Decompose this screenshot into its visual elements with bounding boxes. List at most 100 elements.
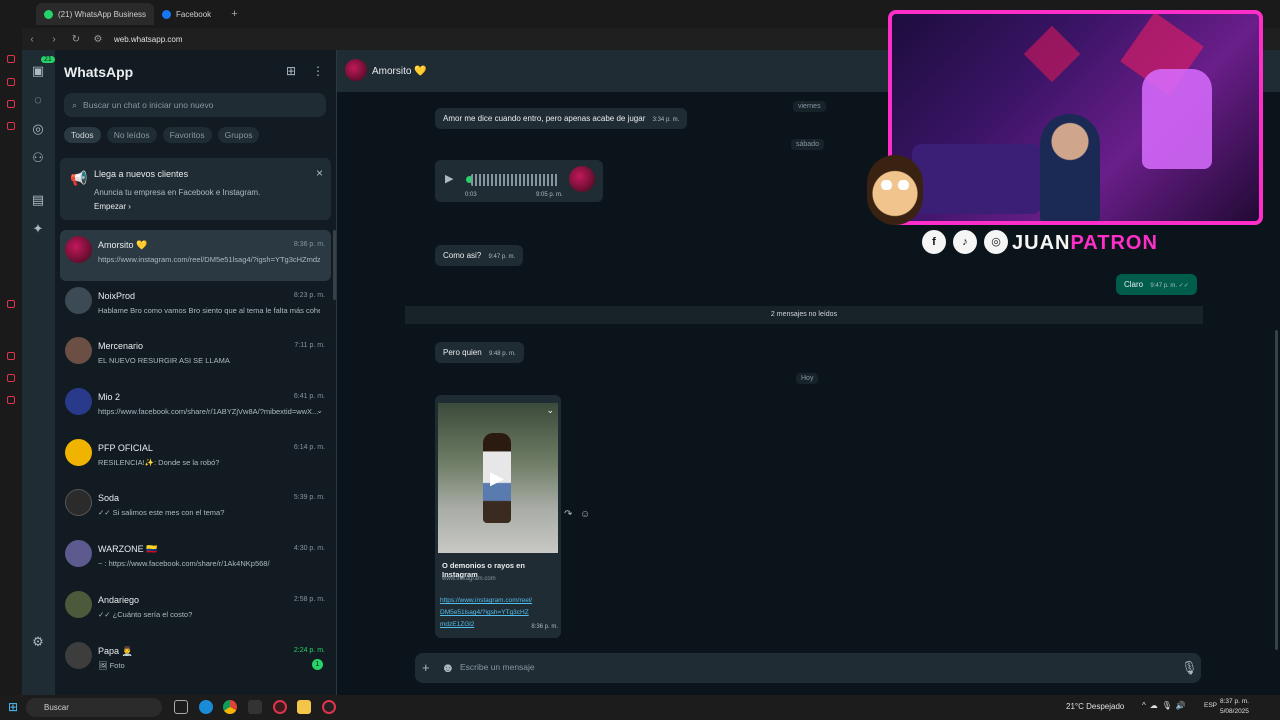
edge-icon[interactable] <box>199 700 213 714</box>
chat-row[interactable]: WARZONE 🇨🇴 4:30 p. m. ~ : https://www.fa… <box>60 534 331 585</box>
message-text: Claro <box>1124 280 1144 289</box>
microphone-icon[interactable]: 🎙 <box>1181 660 1198 676</box>
browser-tab-whatsapp[interactable]: (21) WhatsApp Business <box>36 3 155 25</box>
avatar[interactable] <box>345 59 367 81</box>
opera-icon[interactable] <box>273 700 287 714</box>
url-field[interactable]: web.whatsapp.com <box>114 35 182 44</box>
sticker-icon[interactable]: ☻ <box>441 660 455 675</box>
chat-row[interactable]: PFP OFICIAL 6:14 p. m. RESILENCIA!✨: Don… <box>60 433 331 484</box>
file-explorer-icon[interactable] <box>297 700 311 714</box>
obs-icon[interactable] <box>322 700 336 714</box>
rail-icon[interactable] <box>7 100 15 108</box>
chat-row[interactable]: Mercenario 7:11 p. m. EL NUEVO RESURGIR … <box>60 331 331 382</box>
rail-icon[interactable] <box>7 352 15 360</box>
message-bubble[interactable]: Como asi? 9:47 p. m. <box>435 245 524 266</box>
chat-name: Papa 👨‍⚕️ <box>98 645 133 656</box>
waveform[interactable] <box>471 174 559 186</box>
message-bubble[interactable]: Amor me dice cuando entro, pero apenas a… <box>435 108 688 129</box>
filter-all[interactable]: Todos <box>64 127 101 143</box>
system-tray-icons[interactable]: ^☁🎙🔊 <box>1142 701 1190 710</box>
chat-preview: ~ : https://www.facebook.com/share/r/1Ak… <box>98 559 270 569</box>
forward-icon[interactable]: › <box>48 34 60 45</box>
chat-time: 4:30 p. m. <box>293 545 325 553</box>
opera-sidebar <box>0 0 22 695</box>
facebook-icon: f <box>922 230 946 254</box>
chevron-down-icon[interactable]: ⌄ <box>546 405 554 416</box>
windows-taskbar: ⊞ Buscar 21°C Despejado ^☁🎙🔊 ESP 8:37 p.… <box>0 695 1280 720</box>
app-icon[interactable] <box>248 700 262 714</box>
chat-row[interactable]: Andariego 2:58 p. m. ✓✓ ¿Cuánto sería el… <box>60 585 331 636</box>
chat-row[interactable]: Soda 5:39 p. m. ✓✓ Si salimos este mes c… <box>60 483 331 534</box>
taskbar-search[interactable]: Buscar <box>26 698 162 717</box>
task-view-icon[interactable] <box>174 700 188 714</box>
chat-time: 8:36 p. m. <box>293 241 325 248</box>
brand-last: PATRON <box>1070 232 1158 254</box>
conversation-scrollbar[interactable] <box>1275 330 1278 650</box>
filter-groups[interactable]: Grupos <box>217 127 260 143</box>
play-icon[interactable]: ▶ <box>445 172 453 185</box>
message-bubble-outgoing[interactable]: Claro 9:47 p. m. ✓✓ <box>1116 274 1197 295</box>
play-icon[interactable]: ▶ <box>490 468 504 489</box>
link-preview-message[interactable]: ▶ ⌄ O demonios o rayos en Instagram www.… <box>435 395 561 638</box>
rail-icon[interactable] <box>7 78 15 86</box>
rail-icon[interactable] <box>7 55 15 63</box>
promo-start-link[interactable]: Empezar › <box>94 202 131 211</box>
forward-icon[interactable]: ↷ <box>564 509 572 520</box>
contact-name[interactable]: Amorsito 💛 <box>372 66 427 77</box>
catalog-icon[interactable]: ▤ <box>31 193 45 207</box>
chat-list: Amorsito 💛 8:36 p. m. https://www.instag… <box>60 230 331 686</box>
chat-name: PFP OFICIAL <box>98 442 153 453</box>
ads-icon[interactable]: ✦ <box>31 222 45 236</box>
language-indicator[interactable]: ESP <box>1204 702 1217 709</box>
emoji-react-icon[interactable]: ☺ <box>580 509 590 520</box>
chat-name: Mio 2 <box>98 392 121 403</box>
communities-icon[interactable]: ⚇ <box>31 151 45 165</box>
chats-icon[interactable]: ▣ <box>31 64 45 78</box>
filter-unread[interactable]: No leídos <box>106 127 157 143</box>
browser-tab-facebook[interactable]: Facebook <box>154 3 219 25</box>
search-input[interactable]: ⌕ Buscar un chat o iniciar uno nuevo <box>64 93 326 117</box>
unread-count-badge: 1 <box>312 658 323 670</box>
windows-start-icon[interactable]: ⊞ <box>8 700 18 714</box>
promo-card[interactable]: 📢 Llega a nuevos clientes Anuncia tu emp… <box>60 158 331 220</box>
voice-duration: 0:03 <box>465 192 477 198</box>
chat-row[interactable]: NoixProd 8:23 p. m. Hablame Bro como vam… <box>60 281 331 332</box>
weather-widget[interactable]: 21°C Despejado <box>1066 702 1124 711</box>
rail-icon[interactable] <box>7 396 15 404</box>
new-chat-icon[interactable]: ⊞ <box>286 64 296 78</box>
video-thumbnail[interactable]: ▶ ⌄ <box>438 403 558 553</box>
close-icon[interactable]: × <box>316 166 323 180</box>
promo-title: Llega a nuevos clientes <box>94 169 189 179</box>
chat-preview: https://www.facebook.com/share/r/1ABYZjV… <box>98 407 319 417</box>
back-icon[interactable]: ‹ <box>26 34 38 45</box>
chat-list-scrollbar[interactable] <box>333 230 336 300</box>
rail-icon[interactable] <box>7 122 15 130</box>
rail-icon[interactable] <box>7 300 15 308</box>
chrome-icon[interactable] <box>223 700 237 714</box>
chat-name: Amorsito 💛 <box>98 240 148 250</box>
voice-message[interactable]: ▶ 0:03 9:05 p. m. <box>435 160 603 202</box>
site-info-icon[interactable]: ⚙ <box>92 34 104 45</box>
chat-row[interactable]: Amorsito 💛 8:36 p. m. https://www.instag… <box>60 230 331 281</box>
chat-row[interactable]: Papa 👨‍⚕️ 2:24 p. m. 🖼 Foto 1 <box>60 636 331 687</box>
chat-row[interactable]: Mio 2 6:41 p. m. https://www.facebook.co… <box>60 382 331 433</box>
chat-preview: Hablame Bro como vamos Bro siento que al… <box>98 305 320 315</box>
plus-icon[interactable]: + <box>422 660 430 675</box>
streamer <box>1040 114 1100 221</box>
settings-icon[interactable]: ⚙ <box>31 635 45 649</box>
message-bubble[interactable]: Pero quien 9:48 p. m. <box>435 342 524 363</box>
reload-icon[interactable]: ↻ <box>70 34 82 45</box>
status-icon[interactable]: ◌ <box>31 93 45 107</box>
clock[interactable]: 8:37 p. m. 5/08/2025 <box>1220 697 1249 717</box>
unread-badge: 21 <box>41 56 55 63</box>
channels-icon[interactable]: ◎ <box>31 122 45 136</box>
new-tab-button[interactable]: + <box>231 8 237 20</box>
chevron-down-icon[interactable]: ⌄ <box>316 406 323 415</box>
message-text: Pero quien <box>443 348 482 357</box>
rail-icon[interactable] <box>7 374 15 382</box>
avatar <box>65 337 92 365</box>
link-url[interactable]: https://www.instagram.com/reel/DM5e51lsa… <box>440 595 534 631</box>
message-input[interactable]: Escribe un mensaje <box>460 662 535 672</box>
filter-favorites[interactable]: Favoritos <box>162 127 212 143</box>
menu-dots-icon[interactable]: ⋮ <box>312 64 324 78</box>
